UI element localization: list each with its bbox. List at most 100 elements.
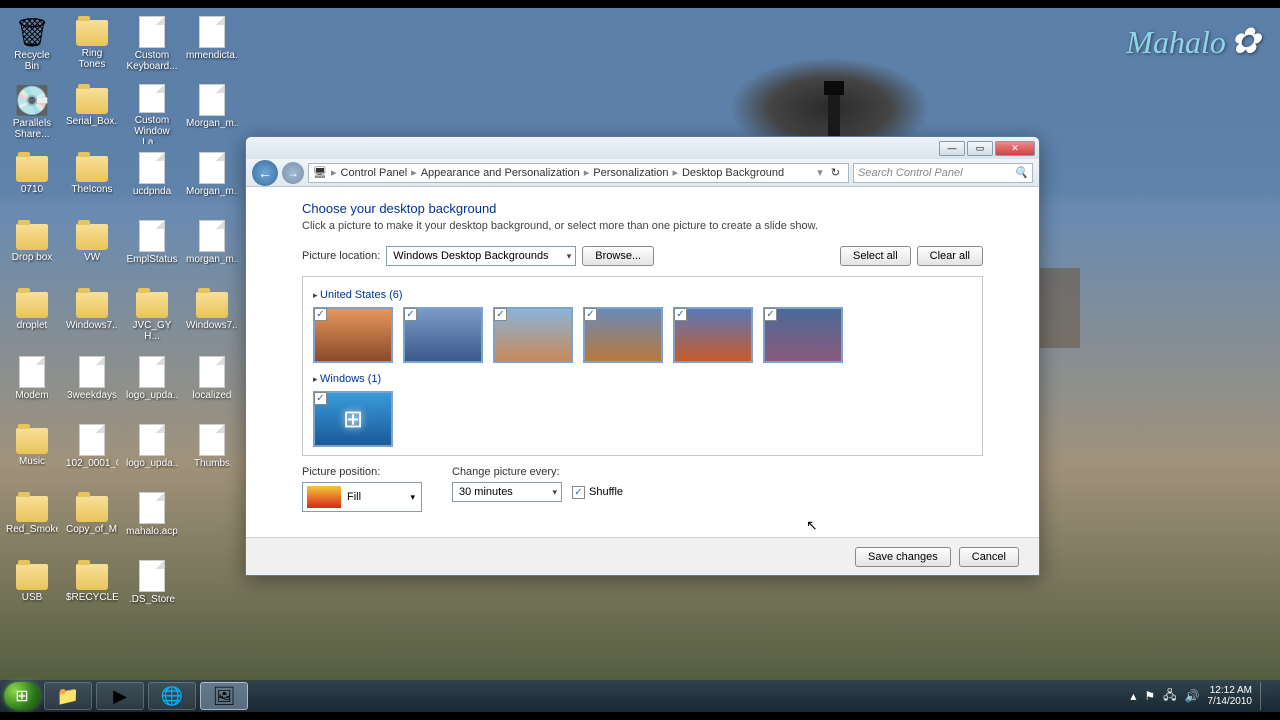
minimize-button[interactable]: — — [939, 141, 965, 156]
taskbar[interactable]: 📁 ▶ 🌐 🖼 ▴ ⚑ 🖧 🔊 12:12 AM 7/14/2010 — [0, 680, 1280, 712]
clear-all-button[interactable]: Clear all — [917, 246, 983, 266]
desktop-icon[interactable]: Serial_Box... — [66, 82, 118, 146]
file-icon — [199, 84, 225, 116]
desktop-icon[interactable]: 💽Parallels Share... — [6, 82, 58, 146]
maximize-button[interactable]: ▭ — [967, 141, 993, 156]
picture-location-dropdown[interactable]: Windows Desktop Backgrounds — [386, 246, 576, 266]
desktop-icon[interactable]: localized — [186, 354, 238, 418]
desktop-icon[interactable]: Drop box — [6, 218, 58, 282]
desktop-icon[interactable]: Morgan_m... — [186, 150, 238, 214]
breadcrumb-personalization[interactable]: Personalization — [593, 167, 668, 179]
browse-button[interactable]: Browse... — [582, 246, 654, 266]
desktop-icon[interactable]: Morgan_m... — [186, 82, 238, 146]
breadcrumb[interactable]: 🖥 ▸ Control Panel ▸ Appearance and Perso… — [308, 163, 849, 183]
taskbar-clock[interactable]: 12:12 AM 7/14/2010 — [1208, 685, 1253, 707]
taskbar-chrome[interactable]: 🌐 — [148, 682, 196, 710]
desktop-icon[interactable]: TheIcons — [66, 150, 118, 214]
wallpaper-thumb-6[interactable] — [763, 307, 843, 363]
thumb-checkbox[interactable] — [764, 308, 777, 321]
wallpaper-thumb-4[interactable] — [583, 307, 663, 363]
file-icon — [139, 16, 165, 48]
back-button[interactable]: ← — [252, 160, 278, 186]
icon-label: mmendicta... — [186, 50, 238, 61]
desktop-icon[interactable]: Custom Keyboard... — [126, 14, 178, 78]
desktop-icon[interactable]: mahalo.acp — [126, 490, 178, 554]
desktop-icon[interactable]: 3weekdays — [66, 354, 118, 418]
wallpaper-thumb-windows[interactable] — [313, 391, 393, 447]
tray-volume-icon[interactable]: 🔊 — [1185, 689, 1200, 703]
desktop-icon[interactable]: 🗑Recycle Bin — [6, 14, 58, 78]
breadcrumb-appearance[interactable]: Appearance and Personalization — [421, 167, 580, 179]
show-desktop-button[interactable] — [1260, 682, 1268, 710]
icon-label: $RECYCLE... — [66, 592, 118, 603]
drive-icon: 💽 — [16, 84, 48, 116]
file-icon — [139, 84, 165, 113]
thumb-checkbox[interactable] — [584, 308, 597, 321]
save-changes-button[interactable]: Save changes — [855, 547, 951, 567]
desktop-icon[interactable]: .DS_Store — [126, 558, 178, 622]
desktop-icon[interactable]: Windows7... — [66, 286, 118, 350]
wallpaper-thumb-5[interactable] — [673, 307, 753, 363]
picture-position-dropdown[interactable]: Fill — [302, 482, 422, 512]
desktop-icon[interactable]: $RECYCLE... — [66, 558, 118, 622]
icon-label: 3weekdays — [67, 390, 117, 401]
change-every-dropdown[interactable]: 30 minutes — [452, 482, 562, 502]
wallpaper-gallery[interactable]: United States (6) Windows (1) — [302, 276, 983, 456]
desktop-icon[interactable]: Thumbs — [186, 422, 238, 486]
desktop-icons: 🗑Recycle Bin💽Parallels Share...0710Drop … — [0, 8, 238, 688]
breadcrumb-desktop-background[interactable]: Desktop Background — [682, 167, 784, 179]
icon-label: .DS_Store — [129, 594, 175, 605]
desktop-icon[interactable]: logo_upda... — [126, 354, 178, 418]
thumb-checkbox[interactable] — [494, 308, 507, 321]
group-united-states[interactable]: United States (6) — [313, 289, 972, 301]
taskbar-control-panel[interactable]: 🖼 — [200, 682, 248, 710]
search-input[interactable]: Search Control Panel 🔍 — [853, 163, 1033, 183]
wallpaper-thumb-2[interactable] — [403, 307, 483, 363]
icon-label: EmplStatus — [126, 254, 177, 265]
desktop[interactable]: 🗑Recycle Bin💽Parallels Share...0710Drop … — [0, 8, 1280, 712]
system-tray[interactable]: ▴ ⚑ 🖧 🔊 12:12 AM 7/14/2010 — [1130, 682, 1276, 710]
desktop-icon[interactable]: Modem — [6, 354, 58, 418]
desktop-icon[interactable]: Red_Smoke — [6, 490, 58, 554]
desktop-icon[interactable]: 102_0001_01 — [66, 422, 118, 486]
desktop-icon[interactable]: EmplStatus — [126, 218, 178, 282]
desktop-icon[interactable]: Custom Window La... — [126, 82, 178, 146]
wallpaper-thumb-1[interactable] — [313, 307, 393, 363]
desktop-icon[interactable]: droplet — [6, 286, 58, 350]
desktop-icon[interactable]: Music — [6, 422, 58, 486]
taskbar-explorer[interactable]: 📁 — [44, 682, 92, 710]
desktop-icon[interactable]: logo_upda... — [126, 422, 178, 486]
cancel-button[interactable]: Cancel — [959, 547, 1019, 567]
desktop-icon[interactable]: 0710 — [6, 150, 58, 214]
desktop-icon[interactable]: Copy_of_M... — [66, 490, 118, 554]
desktop-icon[interactable]: Ring Tones — [66, 14, 118, 78]
thumb-checkbox[interactable] — [674, 308, 687, 321]
folder-icon — [16, 156, 48, 182]
forward-button[interactable]: → — [282, 162, 304, 184]
taskbar-media-player[interactable]: ▶ — [96, 682, 144, 710]
group-windows[interactable]: Windows (1) — [313, 373, 972, 385]
tray-network-icon[interactable]: 🖧 — [1163, 686, 1176, 707]
search-icon: 🔍 — [1014, 166, 1028, 179]
icon-label: droplet — [17, 320, 48, 331]
desktop-icon[interactable]: mmendicta... — [186, 14, 238, 78]
breadcrumb-control-panel[interactable]: Control Panel — [341, 167, 408, 179]
wallpaper-thumb-3[interactable] — [493, 307, 573, 363]
tray-flag-icon[interactable]: ⚑ — [1144, 689, 1155, 703]
titlebar[interactable]: — ▭ ✕ — [246, 137, 1039, 159]
thumb-checkbox[interactable] — [314, 308, 327, 321]
desktop-icon[interactable]: USB — [6, 558, 58, 622]
thumb-checkbox[interactable] — [404, 308, 417, 321]
start-button[interactable] — [4, 682, 40, 710]
close-button[interactable]: ✕ — [995, 141, 1035, 156]
shuffle-checkbox[interactable]: ✓ Shuffle — [572, 486, 623, 499]
desktop-icon[interactable]: Windows7... — [186, 286, 238, 350]
folder-icon — [136, 292, 168, 318]
thumb-checkbox[interactable] — [314, 392, 327, 405]
desktop-icon[interactable]: JVC_GY H... — [126, 286, 178, 350]
desktop-icon[interactable]: morgan_m... — [186, 218, 238, 282]
select-all-button[interactable]: Select all — [840, 246, 911, 266]
tray-show-hidden-icon[interactable]: ▴ — [1130, 689, 1136, 703]
desktop-icon[interactable]: ucdpnda — [126, 150, 178, 214]
desktop-icon[interactable]: VW — [66, 218, 118, 282]
